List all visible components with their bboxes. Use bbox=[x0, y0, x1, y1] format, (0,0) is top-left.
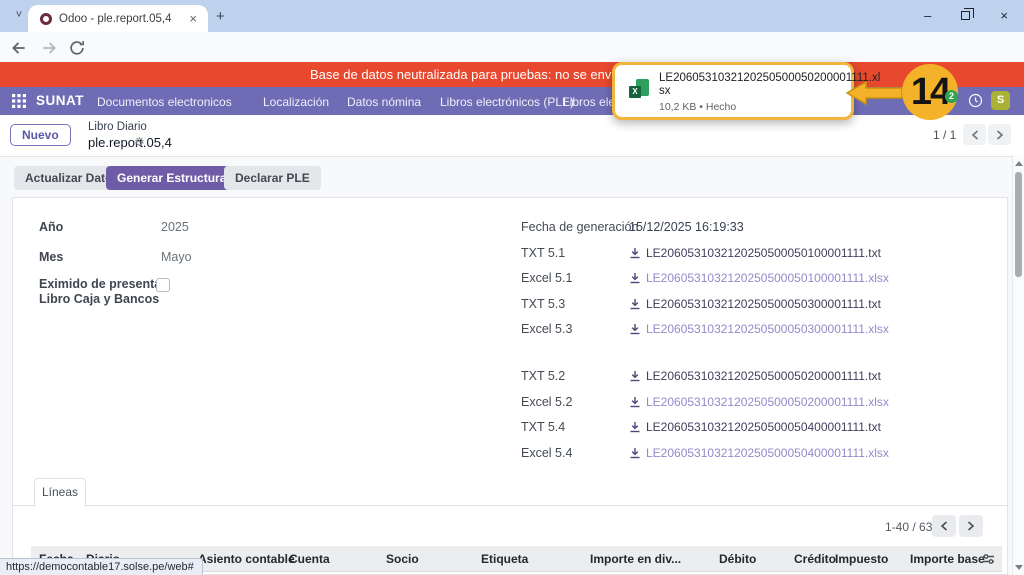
nav-item-localizacion[interactable]: Localización bbox=[263, 95, 329, 109]
restore-button[interactable] bbox=[961, 7, 975, 22]
tab-lineas[interactable]: Líneas bbox=[34, 478, 86, 506]
control-panel: Nuevo Libro Diario ple.report.05,4 ⚙ 1 /… bbox=[0, 115, 1024, 157]
file-download-link[interactable]: LE2060531032120250500050100001111.xlsx bbox=[629, 271, 889, 285]
user-avatar[interactable]: S bbox=[991, 91, 1010, 110]
file-download-link[interactable]: LE2060531032120250500050400001111.txt bbox=[629, 420, 881, 434]
generation-date-label: Fecha de generación bbox=[521, 220, 639, 234]
download-file-icon bbox=[630, 248, 640, 259]
file-row-excel-54: Excel 5.4 LE2060531032120250500050400001… bbox=[521, 446, 889, 460]
month-field-row: Mes Mayo bbox=[39, 250, 479, 267]
year-label: Año bbox=[39, 220, 64, 234]
file-row-txt-53: TXT 5.3 LE206053103212025050005030000111… bbox=[521, 297, 881, 311]
file-download-link[interactable]: LE2060531032120250500050200001111.xlsx bbox=[629, 395, 889, 409]
record-pager-previous-button[interactable] bbox=[963, 124, 986, 145]
column-header-asiento-contable[interactable]: Asiento contable bbox=[198, 552, 295, 566]
record-pager-next-button[interactable] bbox=[988, 124, 1011, 145]
download-bubble[interactable]: X LE2060531032120250500050200001111.xl s… bbox=[612, 62, 880, 120]
optional-columns-icon[interactable] bbox=[982, 553, 995, 565]
window-controls: – × bbox=[924, 0, 1024, 30]
column-header-importe-en-divisa[interactable]: Importe en div... bbox=[590, 552, 681, 566]
form-view: Actualizar Datos Generar Estructuras Dec… bbox=[0, 157, 1024, 575]
back-button[interactable] bbox=[10, 39, 28, 57]
breadcrumb[interactable]: Libro Diario bbox=[88, 121, 147, 133]
download-file-meta: 10,2 KB • Hecho bbox=[659, 101, 737, 113]
column-header-etiqueta[interactable]: Etiqueta bbox=[481, 552, 528, 566]
notebook-divider bbox=[13, 505, 1007, 506]
generation-date-value: 15/12/2025 16:19:33 bbox=[629, 220, 744, 234]
new-tab-button[interactable]: + bbox=[216, 8, 225, 25]
file-download-link[interactable]: LE2060531032120250500050300001111.xlsx bbox=[629, 322, 889, 336]
exempt-label-line2: Libro Caja y Bancos bbox=[39, 292, 160, 306]
download-file-icon bbox=[630, 371, 640, 382]
downloaded-file-name[interactable]: LE2060531032120250500050200001111.xl bbox=[659, 72, 880, 85]
scroll-down-arrow-icon[interactable] bbox=[1015, 565, 1023, 570]
file-row-txt-54: TXT 5.4 LE206053103212025050005040000111… bbox=[521, 420, 881, 434]
file-row-excel-52: Excel 5.2 LE2060531032120250500050200001… bbox=[521, 395, 889, 409]
downloaded-file-name-wrap[interactable]: sx bbox=[659, 85, 841, 98]
browser-tab[interactable]: Odoo - ple.report.05,4 × bbox=[28, 5, 208, 32]
nav-item-datos-nomina[interactable]: Datos nómina bbox=[347, 95, 421, 109]
file-download-link[interactable]: LE2060531032120250500050200001111.txt bbox=[629, 369, 881, 383]
download-file-icon bbox=[630, 324, 640, 335]
browser-window: ˅ Odoo - ple.report.05,4 × + – × democon… bbox=[0, 0, 1024, 575]
banner-text: Base de datos neutralizada para pruebas:… bbox=[310, 67, 652, 82]
column-header-socio[interactable]: Socio bbox=[386, 552, 419, 566]
file-download-link[interactable]: LE2060531032120250500050400001111.xlsx bbox=[629, 446, 889, 460]
reload-button[interactable] bbox=[68, 39, 86, 57]
restore-icon bbox=[961, 7, 975, 20]
record-settings-gear-icon[interactable]: ⚙ bbox=[134, 135, 145, 149]
download-file-icon bbox=[630, 273, 640, 284]
tab-close-icon[interactable]: × bbox=[186, 11, 200, 26]
month-label: Mes bbox=[39, 250, 64, 264]
tab-search-chevron-icon[interactable]: ˅ bbox=[10, 7, 28, 25]
download-file-icon bbox=[630, 448, 640, 459]
activities-clock-icon[interactable] bbox=[968, 93, 983, 108]
column-header-credito[interactable]: Crédito bbox=[794, 552, 836, 566]
odoo-favicon-icon bbox=[40, 12, 52, 25]
record-pager-count: 1 / 1 bbox=[933, 128, 957, 142]
year-value[interactable]: 2025 bbox=[161, 220, 189, 234]
minimize-button[interactable]: – bbox=[924, 9, 931, 22]
status-link-bubble: https://democontable17.solse.pe/web# bbox=[0, 558, 203, 575]
nav-brand-sunat[interactable]: SUNAT bbox=[36, 93, 84, 108]
column-header-importe-base[interactable]: Importe base bbox=[910, 552, 985, 566]
nav-item-documentos-electronicos[interactable]: Documentos electronicos bbox=[97, 95, 232, 109]
lines-pager-previous-button[interactable] bbox=[932, 515, 956, 537]
column-header-impuesto[interactable]: Impuesto bbox=[835, 552, 888, 566]
declarar-ple-button[interactable]: Declarar PLE bbox=[224, 166, 321, 190]
file-row-excel-53: Excel 5.3 LE2060531032120250500050300001… bbox=[521, 322, 889, 336]
file-row-txt-52: TXT 5.2 LE206053103212025050005020000111… bbox=[521, 369, 881, 383]
forward-button[interactable] bbox=[40, 39, 58, 57]
file-download-link[interactable]: LE2060531032120250500050300001111.txt bbox=[629, 297, 881, 311]
exempt-checkbox[interactable] bbox=[156, 278, 170, 292]
apps-grid-icon[interactable] bbox=[12, 94, 26, 108]
browser-toolbar: democontable17.solse.pe/web#cids=1&menu_… bbox=[0, 32, 1024, 90]
download-file-icon bbox=[630, 299, 640, 310]
generation-date-row: Fecha de generación 15/12/2025 16:19:33 bbox=[521, 220, 991, 237]
column-header-cuenta[interactable]: Cuenta bbox=[289, 552, 330, 566]
scroll-up-arrow-icon[interactable] bbox=[1015, 161, 1023, 166]
year-field-row: Año 2025 bbox=[39, 220, 479, 237]
close-button[interactable]: × bbox=[1000, 9, 1008, 22]
tab-title: Odoo - ple.report.05,4 bbox=[59, 12, 172, 25]
column-header-debito[interactable]: Débito bbox=[719, 552, 756, 566]
form-sheet: Año 2025 Mes Mayo Eximido de presenta Li… bbox=[12, 197, 1008, 575]
lines-pager-next-button[interactable] bbox=[959, 515, 983, 537]
file-row-excel-51: Excel 5.1 LE2060531032120250500050100001… bbox=[521, 271, 889, 285]
download-file-icon bbox=[630, 422, 640, 433]
browser-titlebar: ˅ Odoo - ple.report.05,4 × + – × bbox=[0, 0, 1024, 32]
message-count-badge[interactable]: 2 bbox=[945, 90, 958, 103]
vertical-scrollbar[interactable] bbox=[1012, 155, 1024, 575]
nav-item-libros-electronicos-ple[interactable]: Libros electrónicos (PLE) bbox=[440, 95, 574, 109]
scrollbar-thumb[interactable] bbox=[1015, 172, 1022, 277]
excel-file-icon: X bbox=[629, 79, 649, 99]
new-record-button[interactable]: Nuevo bbox=[10, 124, 71, 146]
download-file-icon bbox=[630, 397, 640, 408]
breadcrumb-record-name: ple.report.05,4 bbox=[88, 135, 172, 150]
lines-pager-count: 1-40 / 63 bbox=[885, 520, 933, 534]
annotation-arrow-icon bbox=[846, 80, 903, 106]
file-row-txt-51: TXT 5.1 LE206053103212025050005010000111… bbox=[521, 246, 881, 260]
file-download-link[interactable]: LE2060531032120250500050100001111.txt bbox=[629, 246, 881, 260]
month-value[interactable]: Mayo bbox=[161, 250, 192, 264]
